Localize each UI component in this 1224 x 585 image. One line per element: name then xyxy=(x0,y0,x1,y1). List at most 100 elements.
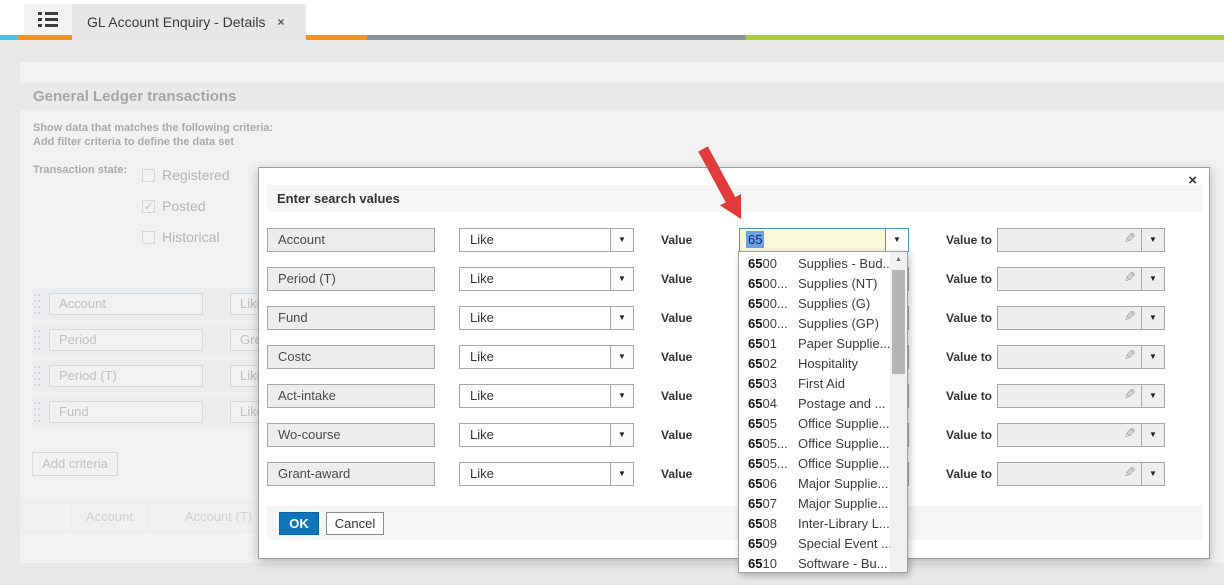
dialog-footer: OK Cancel xyxy=(267,506,1203,540)
filter-field-name[interactable]: Fund xyxy=(49,401,203,423)
transaction-state-label: Transaction state: xyxy=(33,164,127,176)
value-to-input[interactable]: ✎ xyxy=(997,267,1142,291)
value-label: Value xyxy=(661,228,692,252)
operator-input[interactable]: Like xyxy=(459,384,611,408)
value-to-input[interactable]: ✎ xyxy=(997,384,1142,408)
value-label: Value xyxy=(661,462,692,486)
dropdown-item[interactable]: 6505...Office Supplie... xyxy=(739,434,890,454)
transaction-state-option: Registered xyxy=(142,167,230,183)
tab-close-icon[interactable]: × xyxy=(277,15,284,29)
chevron-down-icon: ▼ xyxy=(618,391,626,400)
dropdown-item[interactable]: 6504Postage and ... xyxy=(739,394,890,414)
operator-input[interactable]: Like xyxy=(459,345,611,369)
value-to-input[interactable]: ✎ xyxy=(997,423,1142,447)
dropdown-item[interactable]: 6500Supplies - Bud... xyxy=(739,254,890,274)
dropdown-item[interactable]: 6501Paper Supplie... xyxy=(739,334,890,354)
search-criteria-row: Act-intakeLike▼Value▼Value to✎▼ xyxy=(259,384,1209,408)
checkbox-historical[interactable] xyxy=(142,231,155,244)
menu-tab[interactable] xyxy=(24,4,72,35)
value-label: Value xyxy=(661,423,692,447)
account-code: 6506 xyxy=(748,474,798,494)
value-to-dropdown-button[interactable]: ▼ xyxy=(1141,384,1165,408)
dropdown-item[interactable]: 6508Inter-Library L... xyxy=(739,514,890,534)
value-to-dropdown-button[interactable]: ▼ xyxy=(1141,267,1165,291)
operator-dropdown-button[interactable]: ▼ xyxy=(610,306,634,330)
dropdown-item[interactable]: 6509Special Event ... xyxy=(739,534,890,554)
filter-field-name[interactable]: Period xyxy=(49,329,203,351)
cancel-button[interactable]: Cancel xyxy=(326,512,384,535)
search-criteria-row: Grant-awardLike▼Value▼Value to✎▼ xyxy=(259,462,1209,486)
dropdown-item[interactable]: 6500...Supplies (GP) xyxy=(739,314,890,334)
value-to-dropdown-button[interactable]: ▼ xyxy=(1141,462,1165,486)
drag-handle-icon[interactable] xyxy=(33,328,40,352)
chevron-down-icon: ▼ xyxy=(1149,235,1157,244)
account-code: 6504 xyxy=(748,394,798,414)
account-name: Software - Bu... xyxy=(798,556,888,571)
pencil-icon: ✎ xyxy=(1124,347,1136,364)
value-to-dropdown-button[interactable]: ▼ xyxy=(1141,345,1165,369)
accent-strip-green xyxy=(746,35,1224,40)
pencil-icon: ✎ xyxy=(1124,308,1136,325)
filter-field-name[interactable]: Period (T) xyxy=(49,365,203,387)
drag-handle-icon[interactable] xyxy=(33,364,40,388)
dropdown-item[interactable]: 6503First Aid xyxy=(739,374,890,394)
value-to-dropdown-button[interactable]: ▼ xyxy=(1141,423,1165,447)
operator-dropdown-button[interactable]: ▼ xyxy=(610,384,634,408)
dropdown-item[interactable]: 6505Office Supplie... xyxy=(739,414,890,434)
operator-input[interactable]: Like xyxy=(459,423,611,447)
operator-input[interactable]: Like xyxy=(459,462,611,486)
ok-button[interactable]: OK xyxy=(279,512,319,535)
add-criteria-button[interactable]: Add criteria xyxy=(32,452,118,476)
account-name: Office Supplie... xyxy=(798,416,890,431)
operator-input[interactable]: Like xyxy=(459,228,611,252)
value-to-input[interactable]: ✎ xyxy=(997,345,1142,369)
checkbox-posted[interactable]: ✓ xyxy=(142,200,155,213)
dropdown-scrollbar[interactable]: ▲ xyxy=(890,252,907,572)
value-to-input[interactable]: ✎ xyxy=(997,462,1142,486)
pencil-icon: ✎ xyxy=(1124,425,1136,442)
value-to-dropdown-button[interactable]: ▼ xyxy=(1141,228,1165,252)
dropdown-item[interactable]: 6502Hospitality xyxy=(739,354,890,374)
operator-dropdown-button[interactable]: ▼ xyxy=(610,228,634,252)
operator-dropdown-button[interactable]: ▼ xyxy=(610,345,634,369)
dropdown-item[interactable]: 6510Software - Bu... xyxy=(739,554,890,573)
value-input[interactable]: 65 xyxy=(739,228,886,252)
value-to-input[interactable]: ✎ xyxy=(997,228,1142,252)
operator-dropdown-button[interactable]: ▼ xyxy=(610,423,634,447)
scrollbar-thumb[interactable] xyxy=(892,270,905,374)
tab-bar: GL Account Enquiry - Details × xyxy=(0,0,1224,35)
value-dropdown-button[interactable]: ▼ xyxy=(885,228,909,252)
operator-input[interactable]: Like xyxy=(459,306,611,330)
app-window: GL Account Enquiry - Details × General L… xyxy=(0,0,1224,585)
dropdown-item[interactable]: 6506Major Supplie... xyxy=(739,474,890,494)
operator-dropdown-button[interactable]: ▼ xyxy=(610,267,634,291)
account-name: Supplies - Bud... xyxy=(798,256,893,271)
operator-dropdown-button[interactable]: ▼ xyxy=(610,462,634,486)
drag-handle-icon[interactable] xyxy=(33,292,40,316)
drag-handle-icon[interactable] xyxy=(33,400,40,424)
value-to-dropdown-button[interactable]: ▼ xyxy=(1141,306,1165,330)
scroll-up-icon[interactable]: ▲ xyxy=(890,252,907,268)
account-name: Supplies (G) xyxy=(798,296,870,311)
checkbox-registered[interactable] xyxy=(142,169,155,182)
dropdown-item[interactable]: 6507Major Supplie... xyxy=(739,494,890,514)
field-name-box: Wo-course xyxy=(267,423,435,447)
results-table-header: AccountAccount (T) xyxy=(20,502,290,532)
tab-gl-account-enquiry[interactable]: GL Account Enquiry - Details × xyxy=(72,4,306,40)
filter-field-name[interactable]: Account xyxy=(49,293,203,315)
value-to-label: Value to xyxy=(946,228,992,252)
account-name: Paper Supplie... xyxy=(798,336,891,351)
dropdown-item[interactable]: 6500...Supplies (G) xyxy=(739,294,890,314)
operator-input[interactable]: Like xyxy=(459,267,611,291)
checkbox-label: Posted xyxy=(162,198,206,214)
account-code: 6500 xyxy=(748,254,798,274)
account-code: 6509 xyxy=(748,534,798,554)
account-code: 6503 xyxy=(748,374,798,394)
account-name: Special Event ... xyxy=(798,536,892,551)
value-to-input[interactable]: ✎ xyxy=(997,306,1142,330)
value-to-label: Value to xyxy=(946,462,992,486)
dropdown-item[interactable]: 6500...Supplies (NT) xyxy=(739,274,890,294)
account-code: 6505... xyxy=(748,454,798,474)
accent-strip-slate xyxy=(367,35,746,40)
dropdown-item[interactable]: 6505...Office Supplie... xyxy=(739,454,890,474)
